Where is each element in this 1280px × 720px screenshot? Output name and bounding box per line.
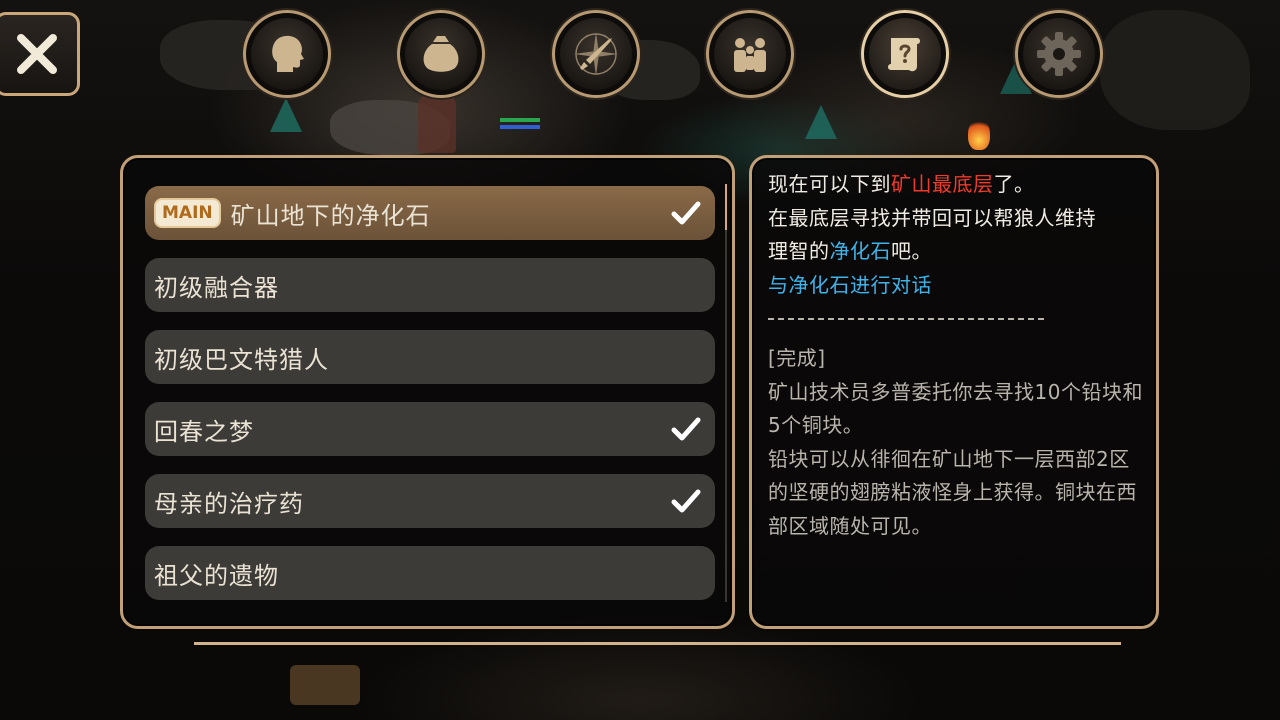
quest-item-2[interactable]: 初级巴文特猎人 (145, 330, 715, 384)
nav-party-button[interactable] (706, 10, 794, 98)
description-text: 在最底层寻找并带回可以帮狼人维持 (768, 205, 1096, 230)
description-text: 吧。 (891, 239, 932, 263)
completed-check-icon (671, 417, 701, 441)
completed-description-1: 矿山技术员多普委托你去寻找10个铅块和5个铜块。 (768, 379, 1143, 438)
quest-label: 回春之梦 (154, 417, 254, 446)
quest-item-4[interactable]: 母亲的治疗药 (145, 474, 715, 528)
quest-item-1[interactable]: 初级融合器 (145, 258, 715, 312)
description-text: 现在可以下到 (768, 172, 891, 196)
quest-label: 初级融合器 (154, 273, 279, 302)
nav-character-button[interactable] (243, 10, 331, 98)
quest-action-link[interactable]: 与净化石进行对话 (768, 269, 1148, 303)
party-people-icon (724, 28, 776, 80)
description-text: 理智的 (768, 239, 830, 263)
background-rock (1100, 10, 1250, 130)
quest-item-0[interactable]: MAIN 矿山地下的净化石 (145, 186, 715, 240)
nav-quest-button[interactable] (861, 10, 949, 98)
background-hp-bar (500, 118, 540, 122)
quest-description: 现在可以下到矿山最底层了。 在最底层寻找并带回可以帮狼人维持 理智的净化石吧。 (768, 168, 1148, 269)
background-mp-bar (500, 125, 540, 129)
character-head-icon (261, 28, 313, 80)
quest-scroll-icon (879, 28, 931, 80)
background-rock (330, 100, 450, 155)
close-button[interactable] (0, 12, 80, 96)
bottom-divider (194, 642, 1121, 645)
quest-label: 母亲的治疗药 (154, 489, 304, 518)
quest-label: 矿山地下的净化石 (230, 201, 431, 230)
background-character (418, 95, 456, 153)
scrollbar-track[interactable] (725, 184, 727, 602)
quest-list-panel: MAIN 矿山地下的净化石 初级融合器 初级巴文特猎人 回春之梦 母亲的治疗药 (120, 155, 735, 629)
quest-detail-panel: 现在可以下到矿山最底层了。 在最底层寻找并带回可以帮狼人维持 理智的净化石吧。 … (749, 155, 1159, 629)
background-chest (290, 665, 360, 705)
scrollbar-thumb[interactable] (725, 184, 727, 230)
skills-compass-sword-icon (570, 28, 622, 80)
inventory-bag-icon (415, 28, 467, 80)
background-crystal (270, 98, 302, 132)
game-screen: MAIN 矿山地下的净化石 初级融合器 初级巴文特猎人 回春之梦 母亲的治疗药 (0, 0, 1280, 720)
nav-settings-button[interactable] (1015, 10, 1103, 98)
settings-gear-icon (1033, 28, 1085, 80)
completed-status: [完成] (768, 346, 826, 370)
location-highlight: 矿山最底层 (891, 172, 994, 196)
quest-label: 初级巴文特猎人 (154, 345, 329, 374)
background-crystal (805, 105, 837, 139)
completed-check-icon (671, 489, 701, 513)
quest-item-5[interactable]: 祖父的遗物 (145, 546, 715, 600)
close-icon (13, 30, 61, 78)
quest-label: 祖父的遗物 (154, 561, 279, 590)
item-highlight: 净化石 (829, 239, 891, 263)
completed-check-icon (671, 201, 701, 225)
nav-skills-button[interactable] (552, 10, 640, 98)
quest-detail-body: 现在可以下到矿山最底层了。 在最底层寻找并带回可以帮狼人维持 理智的净化石吧。 … (768, 168, 1148, 543)
background-torch-flame (968, 118, 990, 150)
quest-item-3[interactable]: 回春之梦 (145, 402, 715, 456)
description-text: 了。 (993, 172, 1035, 196)
nav-inventory-button[interactable] (397, 10, 485, 98)
completed-description-2: 铅块可以从徘徊在矿山地下一层西部2区的坚硬的翅膀粘液怪身上获得。铜块在西部区域随… (768, 446, 1137, 538)
dashed-divider (768, 318, 1044, 320)
main-quest-badge: MAIN (154, 198, 221, 228)
